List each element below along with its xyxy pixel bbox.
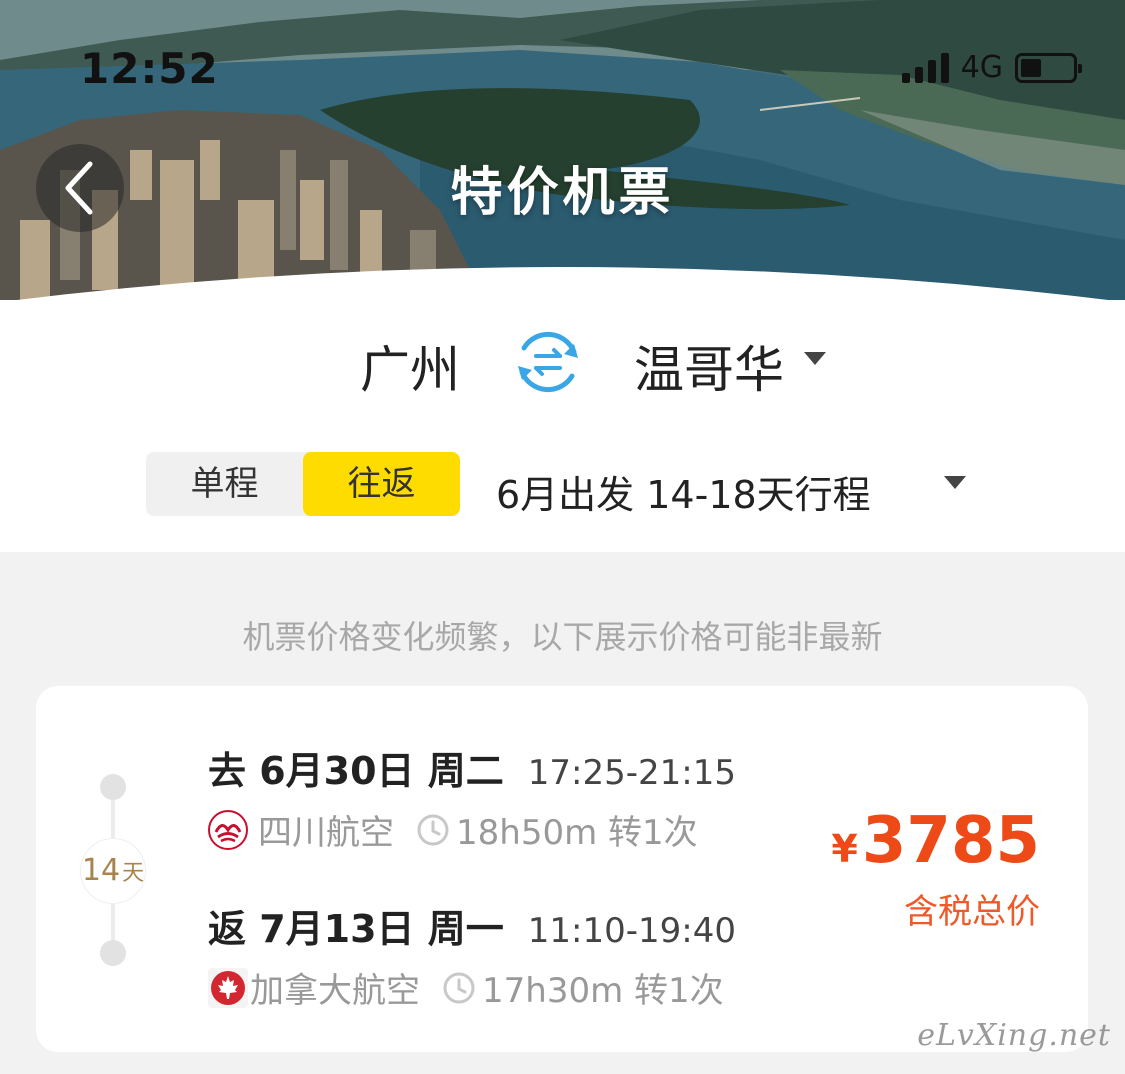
- status-indicators: 4G: [901, 50, 1082, 85]
- outbound-duration: 18h50m 转1次: [456, 813, 698, 853]
- tab-one-way[interactable]: 单程: [146, 452, 303, 516]
- trip-type-toggle: 单程 往返: [146, 452, 460, 516]
- price-block: ¥ 3785 含税总价: [831, 804, 1040, 933]
- return-duration: 17h30m 转1次: [482, 971, 724, 1011]
- trip-days-unit: 天: [122, 861, 145, 886]
- tab-round-trip[interactable]: 往返: [303, 452, 460, 516]
- caret-down-icon[interactable]: [804, 352, 826, 366]
- network-type: 4G: [960, 50, 1003, 85]
- clock-icon: [443, 972, 475, 1003]
- route-selector: 广州 温哥华: [0, 322, 1125, 402]
- currency-symbol: ¥: [831, 827, 858, 871]
- sichuan-airlines-logo-icon: [208, 809, 248, 850]
- trip-duration-badge: 14 天: [80, 838, 146, 904]
- return-time: 11:10-19:40: [527, 911, 737, 951]
- status-time: 12:52: [80, 44, 219, 93]
- price-note: 含税总价: [904, 892, 1040, 932]
- outbound-leg: 去 6月30日 周二 17:25-21:15 四川航空 18h50m 转1次: [208, 740, 736, 854]
- banner-curve: [0, 267, 1125, 302]
- trip-days: 14: [81, 853, 121, 888]
- return-date: 返 7月13日 周一: [208, 907, 504, 951]
- signal-icon: [901, 52, 949, 83]
- price-amount: 3785: [861, 804, 1040, 878]
- trip-type-row: 单程 往返: [146, 452, 460, 516]
- swap-icon[interactable]: [508, 322, 588, 402]
- destination-city[interactable]: 温哥华: [634, 330, 784, 402]
- flight-offer-card[interactable]: 14 天 去 6月30日 周二 17:25-21:15 四川航空 18h50m …: [36, 686, 1088, 1052]
- return-leg: 返 7月13日 周一 11:10-19:40 加拿大航空 17h30m 转1次: [208, 898, 736, 1012]
- trip-date-range[interactable]: 6月出发 14-18天行程: [496, 464, 871, 519]
- clock-icon: [417, 814, 449, 845]
- return-airline: 加拿大航空: [250, 971, 420, 1011]
- caret-down-icon[interactable]: [944, 476, 966, 490]
- price-notice: 机票价格变化频繁，以下展示价格可能非最新: [242, 618, 883, 656]
- header-banner: 12:52 4G 特价机票: [0, 0, 1125, 300]
- departure-city[interactable]: 广州: [360, 330, 460, 402]
- outbound-airline: 四川航空: [258, 813, 394, 853]
- air-canada-logo-icon: [208, 967, 248, 1008]
- page-title: 特价机票: [450, 163, 675, 223]
- watermark: eLvXing.net: [917, 1018, 1111, 1053]
- outbound-date: 去 6月30日 周二: [208, 749, 504, 793]
- battery-icon: [1015, 52, 1082, 83]
- outbound-time: 17:25-21:15: [527, 753, 737, 793]
